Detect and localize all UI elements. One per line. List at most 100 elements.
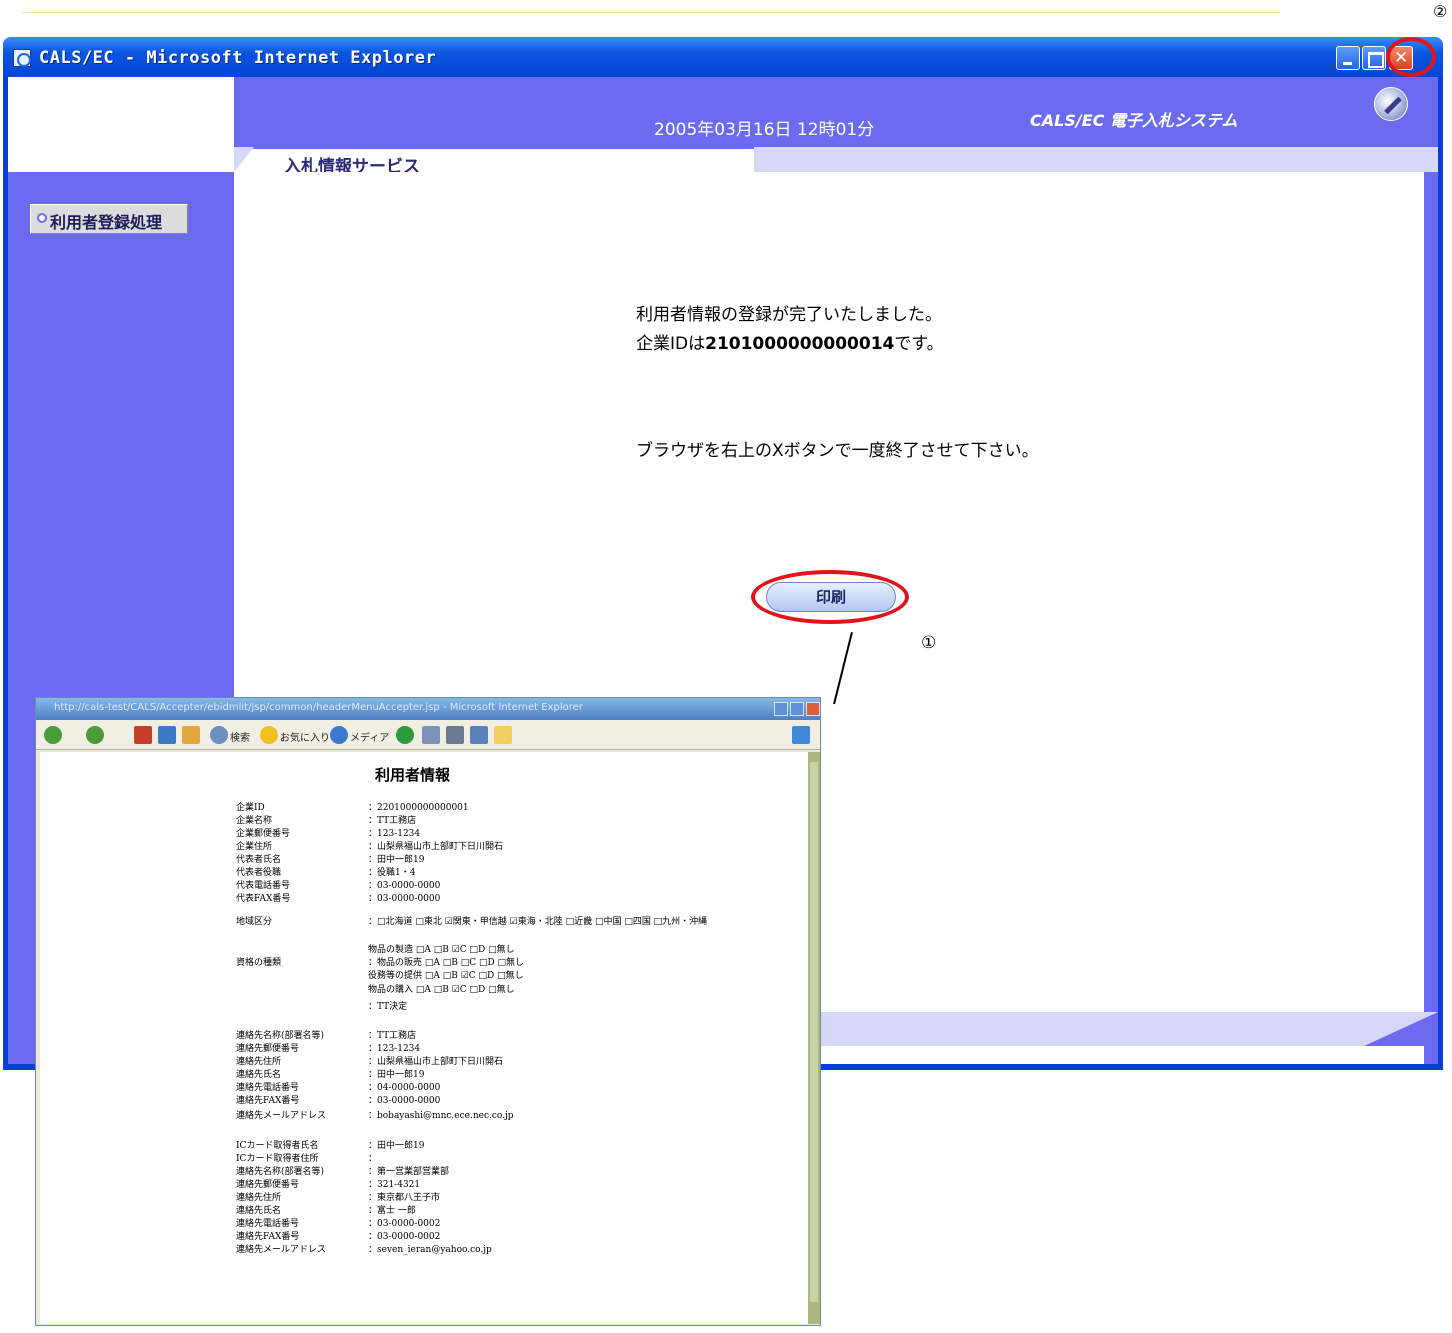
info-row-value: ：富士 一郎 <box>368 1206 416 1216</box>
completion-message: 利用者情報の登録が完了いたしました。 <box>636 305 942 325</box>
header: 2005年03月16日 12時01分 CALS/EC 電子入札システム <box>234 77 1438 147</box>
info-row-label: 連絡先メールアドレス <box>236 1111 327 1121</box>
preview-minimize-button[interactable] <box>774 702 788 716</box>
annotation-1: ① <box>921 633 937 653</box>
ie-icon <box>13 49 31 67</box>
window-title: CALS/EC - Microsoft Internet Explorer <box>39 48 437 68</box>
title-bar[interactable]: CALS/EC - Microsoft Internet Explorer <box>3 37 1443 77</box>
info-row-value: 役務等の提供 □A □B ☑C □D □無し <box>368 971 524 981</box>
info-row-value: ：田中一郎19 <box>368 1070 425 1080</box>
preview-scrollbar[interactable] <box>808 752 820 1324</box>
info-row-value: ：TT工務店 <box>368 816 417 826</box>
info-row-label: 連絡先FAX番号 <box>236 1096 300 1106</box>
info-row-value: ：山梨県福山市上部町下日川開石 <box>368 842 504 852</box>
info-row-label: 連絡先名称(部署名等) <box>236 1167 325 1177</box>
document-title: 利用者情報 <box>375 766 451 784</box>
preview-maximize-button[interactable] <box>790 702 804 716</box>
info-row-value: ：田中一郎19 <box>368 1141 425 1151</box>
media-label[interactable]: メディア <box>350 729 389 744</box>
info-row-value: ：役職1・4 <box>368 868 416 878</box>
close-highlight-ring <box>1386 37 1436 77</box>
info-row-value: ：03-0000-0000 <box>368 1096 441 1106</box>
preview-window-title: http://cals-test/CALS/Accepter/ebidmlit/… <box>54 702 583 713</box>
info-row-label: 代表者役職 <box>236 868 282 878</box>
preview-close-button[interactable] <box>806 702 820 716</box>
print-icon[interactable] <box>446 726 464 744</box>
info-row-label: 企業住所 <box>236 842 273 852</box>
favorites-label[interactable]: お気に入り <box>280 729 330 744</box>
info-row-value: ：03-0000-0002 <box>368 1219 441 1229</box>
messenger-icon[interactable] <box>494 726 512 744</box>
search-label[interactable]: 検索 <box>230 729 250 744</box>
info-row-value: 物品の購入 □A □B ☑C □D □無し <box>368 985 515 995</box>
header-left-blank <box>8 77 234 172</box>
back-icon[interactable] <box>44 726 62 744</box>
header-datetime: 2005年03月16日 12時01分 <box>654 120 875 140</box>
minimize-button[interactable] <box>1336 46 1360 70</box>
maximize-button[interactable] <box>1362 46 1386 70</box>
info-row-value: ： <box>368 1154 378 1164</box>
info-row-label: 企業ID <box>236 803 265 813</box>
bullet-icon <box>37 213 47 223</box>
info-row-label: 連絡先電話番号 <box>236 1083 300 1093</box>
info-row-label: 代表者氏名 <box>236 855 282 865</box>
info-row-value: ：03-0000-0000 <box>368 881 441 891</box>
info-row-label: 企業郵便番号 <box>236 829 291 839</box>
info-row-label: 連絡先メールアドレス <box>236 1245 327 1255</box>
stop-icon[interactable] <box>134 726 152 744</box>
footer-corner <box>1364 1012 1438 1046</box>
company-id-suffix: です。 <box>894 334 944 354</box>
info-row-label: 連絡先名称(部署名等) <box>236 1031 325 1041</box>
info-row-value: ：2201000000000001 <box>368 803 469 813</box>
subheader-bar: 入札情報サービス <box>234 147 1438 172</box>
print-highlight-ring <box>751 570 909 624</box>
refresh-icon[interactable] <box>158 726 176 744</box>
history-icon[interactable] <box>396 726 414 744</box>
info-row-value: ：123-1234 <box>368 829 421 839</box>
info-row-value: ：TT工務店 <box>368 1031 417 1041</box>
info-row-value: ：seven_ieran@yahoo.co.jp <box>368 1245 492 1255</box>
right-edge-bar <box>1424 172 1438 1064</box>
preview-page: 利用者情報 企業ID ：2201000000000001 企業名称 ：TT工務店 企業郵… <box>40 752 808 1324</box>
edit-icon[interactable] <box>470 726 488 744</box>
company-id-value: 2101000000000014 <box>705 334 895 354</box>
info-row-label: 代表電話番号 <box>236 881 291 891</box>
info-row-label: ICカード取得者住所 <box>236 1154 319 1164</box>
subheader-tab: 入札情報サービス <box>234 147 754 172</box>
info-row-label: 代表FAX番号 <box>236 894 291 904</box>
info-row-value: ：物品の販売 □A □B □C □D □無し <box>368 958 525 968</box>
company-id-prefix: 企業IDは <box>636 334 706 354</box>
info-row-label: 連絡先FAX番号 <box>236 1232 300 1242</box>
sidebar-item-user-registration[interactable]: 利用者登録処理 <box>30 204 188 234</box>
mail-icon[interactable] <box>422 726 440 744</box>
info-row-label: 連絡先電話番号 <box>236 1219 300 1229</box>
forward-icon[interactable] <box>86 726 104 744</box>
info-row-value: ：03-0000-0000 <box>368 894 441 904</box>
sidebar-item-label: 利用者登録処理 <box>50 213 163 232</box>
info-row-value: ：bobayashi@mnc.ece.nec.co.jp <box>368 1111 514 1121</box>
print-preview-window: http://cals-test/CALS/Accepter/ebidmlit/… <box>35 697 821 1326</box>
info-row-label: ICカード取得者氏名 <box>236 1141 319 1151</box>
info-row-value: ：123-1234 <box>368 1044 421 1054</box>
top-line <box>22 0 1280 13</box>
info-row-label: 連絡先郵便番号 <box>236 1180 300 1190</box>
info-row-value: 物品の製造 □A □B ☑C □D □無し <box>368 945 515 955</box>
info-row-label: 資格の種類 <box>236 958 282 968</box>
info-row-label: 連絡先氏名 <box>236 1070 282 1080</box>
preview-toolbar: 検索 お気に入り メディア <box>36 720 820 750</box>
info-row-value: ：第一営業部営業部 <box>368 1167 450 1177</box>
info-row-value: ：□北海道 □東北 ☑関東・甲信越 ☑東海・北陸 □近畿 □中国 □四国 □九州… <box>368 917 708 927</box>
info-row-label: 連絡先住所 <box>236 1057 282 1067</box>
media-icon[interactable] <box>330 726 348 744</box>
system-logo-icon <box>1374 87 1408 121</box>
info-row-label: 連絡先氏名 <box>236 1206 282 1216</box>
annotation-2: ② <box>1433 2 1448 21</box>
preview-title-bar[interactable]: http://cals-test/CALS/Accepter/ebidmlit/… <box>36 698 820 720</box>
header-brand: CALS/EC 電子入札システム <box>1030 111 1238 130</box>
search-icon[interactable] <box>210 726 228 744</box>
favorites-icon[interactable] <box>260 726 278 744</box>
company-id-message: 企業IDは2101000000000014です。 <box>636 329 944 354</box>
info-row-value: ：東京都八王子市 <box>368 1193 441 1203</box>
info-row-label: 連絡先住所 <box>236 1193 282 1203</box>
home-icon[interactable] <box>182 726 200 744</box>
